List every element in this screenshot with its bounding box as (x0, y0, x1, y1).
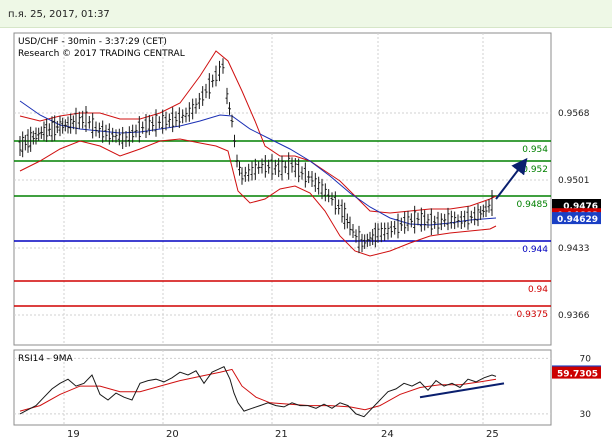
rsi-value-tag: 59.7305 (557, 370, 598, 380)
rsi-tick-label: 30 (580, 410, 592, 420)
level-label: 0.952 (522, 165, 548, 175)
price-tick-label: 0.9568 (558, 109, 590, 119)
chart-title: USD/CHF - 30min - 3:37:29 (CET) (18, 37, 167, 47)
level-label: 0.9485 (517, 200, 549, 210)
x-tick-label: 25 (486, 429, 499, 440)
rsi-label: RSI14 - 9MA (18, 354, 74, 364)
level-label: 0.9375 (517, 310, 549, 320)
x-tick-label: 19 (67, 429, 80, 440)
price-tick-label: 0.9501 (558, 176, 590, 186)
x-tick-label: 24 (381, 429, 394, 440)
level-label: 0.944 (522, 245, 548, 255)
level-label: 0.94 (528, 285, 548, 295)
rsi-tick-label: 70 (580, 354, 592, 364)
level-label: 0.954 (522, 145, 548, 155)
price-tick-label: 0.9433 (558, 244, 590, 254)
price-tick-label: 0.9366 (558, 311, 590, 321)
chart: 0.954 0.952 0.9485 0.944 0.94 0.9375 0.9568 0.… (13, 32, 601, 440)
chart-subtitle: Research © 2017 TRADING CENTRAL (18, 49, 185, 59)
price-value-tag: 0.94629 (557, 215, 598, 225)
x-tick-label: 20 (166, 429, 179, 440)
x-tick-label: 21 (275, 429, 288, 440)
